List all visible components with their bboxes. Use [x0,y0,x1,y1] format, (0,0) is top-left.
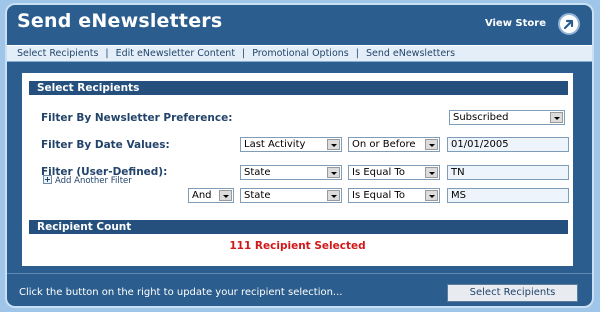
filter1-operator-value: Is Equal To [352,167,405,178]
plus-icon [43,175,52,184]
tab-separator: | [242,48,246,59]
newsletter-preference-label: Filter By Newsletter Preference: [41,112,233,124]
dropdown-arrow-icon [425,190,438,201]
add-filter-label: Add Another Filter [55,176,132,186]
filter2-conjunction-value: And [192,190,212,201]
dropdown-arrow-icon [550,112,563,123]
dropdown-arrow-icon [219,190,232,201]
date-field-select[interactable]: Last Activity [240,137,342,152]
date-value-input[interactable]: 01/01/2005 [447,137,569,152]
date-operator-select[interactable]: On or Before [348,137,440,152]
date-values-label: Filter By Date Values: [41,139,170,151]
tab-edit-content[interactable]: Edit eNewsletter Content [116,48,235,59]
recipient-count-value: 111 Recipient Selected [229,240,366,252]
dropdown-arrow-icon [327,190,340,201]
dropdown-arrow-icon [327,139,340,150]
filter2-field-value: State [244,190,271,201]
recipient-count-heading: Recipient Count [29,220,568,234]
title-bar: Send eNewsletters View Store [7,5,592,43]
recipients-panel: Select Recipients Filter By Newsletter P… [22,73,573,266]
filter1-operator-select[interactable]: Is Equal To [348,165,440,180]
filter2-field-select[interactable]: State [240,188,342,203]
arrow-circle-icon[interactable] [558,13,580,35]
tab-separator: | [355,48,359,59]
filter2-value-input[interactable]: MS [447,188,569,203]
date-operator-value: On or Before [352,139,416,150]
newsletter-preference-select[interactable]: Subscribed [449,110,565,125]
enewsletter-window: Send eNewsletters View Store Select Reci… [5,3,594,308]
filter1-value-input[interactable]: TN [447,165,569,180]
view-store-link[interactable]: View Store [485,18,546,29]
filter2-operator-value: Is Equal To [352,190,405,201]
dropdown-arrow-icon [425,167,438,178]
tab-send-enewsletters[interactable]: Send eNewsletters [366,48,455,59]
filter2-operator-select[interactable]: Is Equal To [348,188,440,203]
date-field-value: Last Activity [244,139,306,150]
select-recipients-button[interactable]: Select Recipients [447,284,578,302]
add-filter-link[interactable]: Add Another Filter [43,175,132,186]
dropdown-arrow-icon [327,167,340,178]
footer-divider [7,273,592,274]
newsletter-preference-value: Subscribed [453,112,509,123]
filter1-field-select[interactable]: State [240,165,342,180]
tab-select-recipients[interactable]: Select Recipients [17,48,98,59]
page-title: Send eNewsletters [17,10,223,32]
filter2-conjunction-select[interactable]: And [188,188,234,203]
step-tabs: Select Recipients | Edit eNewsletter Conte… [7,45,592,62]
filter1-field-value: State [244,167,271,178]
tab-promotional-options[interactable]: Promotional Options [252,48,348,59]
dropdown-arrow-icon [425,139,438,150]
footer-instruction: Click the button on the right to update … [19,287,343,298]
tab-separator: | [105,48,109,59]
select-recipients-heading: Select Recipients [29,81,568,95]
